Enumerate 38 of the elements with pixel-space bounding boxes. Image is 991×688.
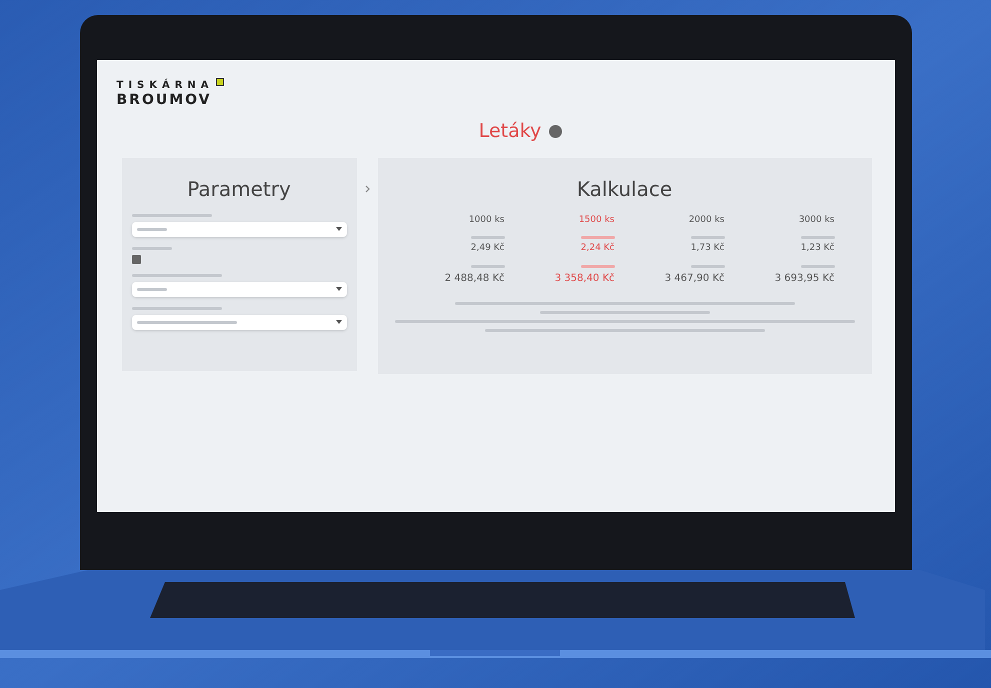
- chevron-right-icon: [364, 184, 370, 192]
- caret-icon: [336, 320, 342, 324]
- quantity-label[interactable]: 1000 ks: [468, 214, 504, 227]
- total-price: 3 358,40 Kč: [554, 272, 614, 286]
- select-field[interactable]: [132, 222, 346, 236]
- info-icon[interactable]: [549, 124, 562, 138]
- unit-price: 1,23 Kč: [800, 242, 834, 255]
- blurred-text-drawing: [470, 236, 504, 239]
- unit-price: 2,49 Kč: [470, 242, 504, 255]
- blurred-text-drawing: [690, 236, 724, 239]
- unit-price: 1,73 Kč: [690, 242, 724, 255]
- total-price: 2 488,48 Kč: [444, 272, 504, 286]
- blurred-text-drawing: [580, 264, 614, 268]
- panel-title: Kalkulace: [576, 176, 672, 202]
- unit-price: 2,24 Kč: [580, 242, 614, 255]
- logo-text: BROUMOV: [116, 93, 213, 107]
- panel-title: Parametry: [186, 176, 292, 202]
- blurred-text-drawing: [800, 264, 834, 268]
- page-title: Letáky: [478, 119, 542, 144]
- quantity-label[interactable]: 1500 ks: [578, 214, 614, 227]
- caret-icon: [336, 287, 342, 291]
- blurred-text-drawing: [580, 236, 614, 239]
- blurred-text-drawing: [800, 236, 834, 239]
- blurred-text-drawing: [132, 246, 172, 250]
- checkbox[interactable]: [132, 254, 140, 264]
- quantity-label[interactable]: 3000 ks: [798, 214, 834, 227]
- logo-text: TISKÁRNA: [116, 78, 214, 93]
- blurred-text-drawing: [470, 264, 504, 268]
- logo-square-icon: [216, 78, 224, 86]
- caret-icon: [336, 227, 342, 231]
- quantity-label[interactable]: 2000 ks: [688, 214, 724, 227]
- total-price: 3 693,95 Kč: [774, 272, 834, 286]
- blurred-text-drawing: [136, 288, 166, 290]
- select-field[interactable]: [132, 314, 346, 330]
- blurred-text-drawing: [136, 228, 166, 230]
- total-price: 3 467,90 Kč: [664, 272, 724, 286]
- blurred-text-drawing: [690, 264, 724, 268]
- select-field[interactable]: [132, 282, 346, 296]
